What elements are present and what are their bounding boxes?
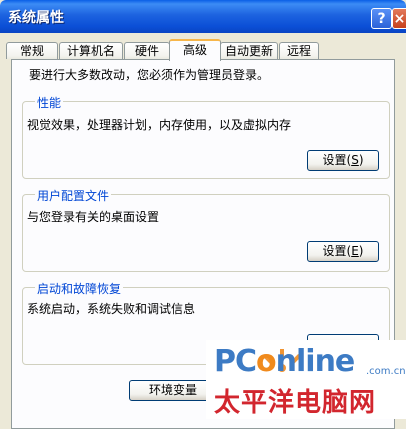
environment-variables-button[interactable]: 环境变量: [129, 380, 217, 401]
watermark-chinese: 太平洋电脑网: [214, 388, 377, 418]
watermark-brand-suffix: nline: [275, 344, 356, 379]
startup-recovery-description: 系统启动，系统失败和调试信息: [27, 302, 196, 316]
user-profiles-group: 用户配置文件 与您登录有关的桌面设置 设置(E): [22, 187, 390, 272]
title-bar[interactable]: 系统属性 ? ×: [0, 0, 406, 33]
tab-hardware[interactable]: 硬件: [124, 42, 170, 59]
startup-recovery-group-label: 启动和故障恢复: [35, 280, 124, 297]
tab-advanced[interactable]: 高级: [169, 39, 221, 61]
watermark-domain: .com.cn: [366, 366, 406, 377]
tab-computer-name[interactable]: 计算机名: [59, 42, 123, 59]
close-button[interactable]: ×: [392, 8, 406, 29]
help-button[interactable]: ?: [371, 8, 392, 29]
user-profiles-description: 与您登录有关的桌面设置: [27, 210, 160, 224]
user-profiles-settings-access-key: E: [351, 244, 359, 258]
performance-description: 视觉效果，处理器计划，内存使用，以及虚拟内存: [27, 118, 292, 132]
watermark-brand-prefix: PC: [214, 344, 257, 379]
watermark-brand: PConline: [214, 344, 356, 379]
admin-notice: 要进行大多数改动，您必须作为管理员登录。: [29, 68, 270, 82]
performance-group: 性能 视觉效果，处理器计划，内存使用，以及虚拟内存 设置(S): [22, 94, 390, 179]
user-profiles-settings-label: 设置: [322, 244, 347, 258]
watermark: PConline .com.cn 太平洋电脑网: [206, 340, 406, 419]
user-profiles-group-label: 用户配置文件: [35, 187, 112, 204]
watermark-brand-o: o: [256, 344, 277, 379]
performance-group-label: 性能: [35, 94, 64, 111]
user-profiles-settings-button[interactable]: 设置(E): [307, 241, 379, 262]
window-title: 系统属性: [8, 10, 64, 26]
performance-settings-access-key: S: [351, 153, 359, 167]
tab-automatic-updates[interactable]: 自动更新: [220, 42, 278, 59]
performance-settings-button[interactable]: 设置(S): [307, 150, 379, 171]
performance-settings-label: 设置: [322, 153, 347, 167]
tab-remote[interactable]: 远程: [279, 42, 319, 59]
tab-general[interactable]: 常规: [6, 42, 58, 59]
